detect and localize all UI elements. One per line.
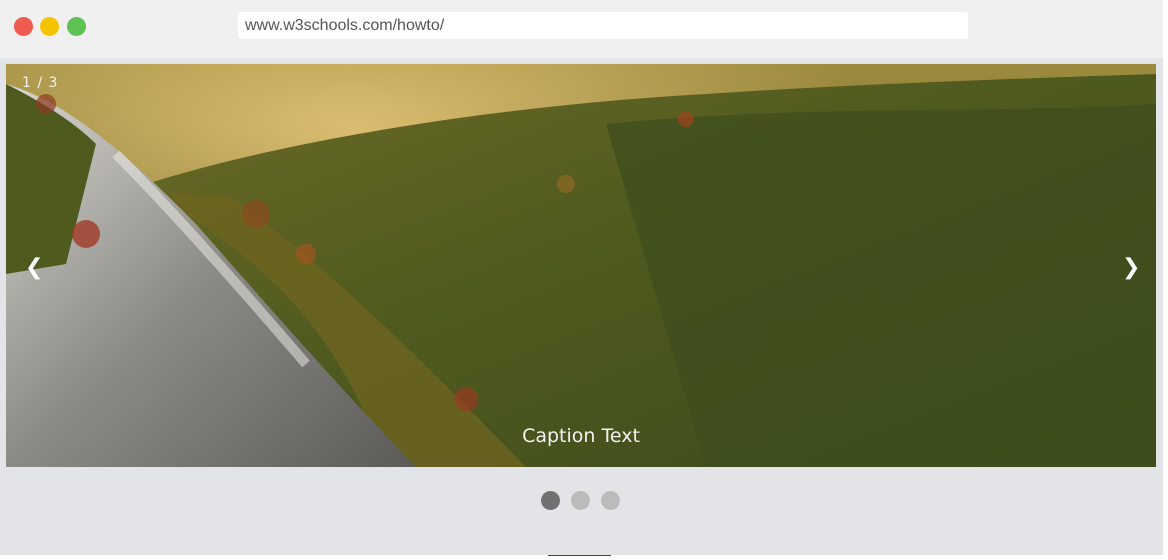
slide-dot-3[interactable] bbox=[601, 491, 620, 510]
page-content: 1 / 3 ❮ ❯ Caption Text bbox=[0, 58, 1163, 555]
slide-image: 1 / 3 ❮ ❯ Caption Text bbox=[6, 64, 1156, 467]
previous-slide-button[interactable]: ❮ bbox=[25, 257, 43, 279]
minimize-window-button[interactable] bbox=[40, 17, 59, 36]
slide-counter: 1 / 3 bbox=[22, 75, 59, 91]
slide-dot-1[interactable] bbox=[541, 491, 560, 510]
slide-caption: Caption Text bbox=[522, 425, 640, 447]
close-window-button[interactable] bbox=[14, 17, 33, 36]
slide-dot-2[interactable] bbox=[571, 491, 590, 510]
browser-window: www.w3schools.com/howto/ 1 / 3 ❮ ❯ Capti… bbox=[0, 0, 1163, 555]
slide-indicators bbox=[0, 491, 1163, 511]
maximize-window-button[interactable] bbox=[67, 17, 86, 36]
scroll-tab bbox=[548, 555, 611, 560]
title-bar: www.w3schools.com/howto/ bbox=[0, 0, 1163, 58]
landscape-photo bbox=[6, 64, 1156, 467]
address-bar[interactable]: www.w3schools.com/howto/ bbox=[238, 12, 968, 39]
next-slide-button[interactable]: ❯ bbox=[1122, 257, 1140, 279]
